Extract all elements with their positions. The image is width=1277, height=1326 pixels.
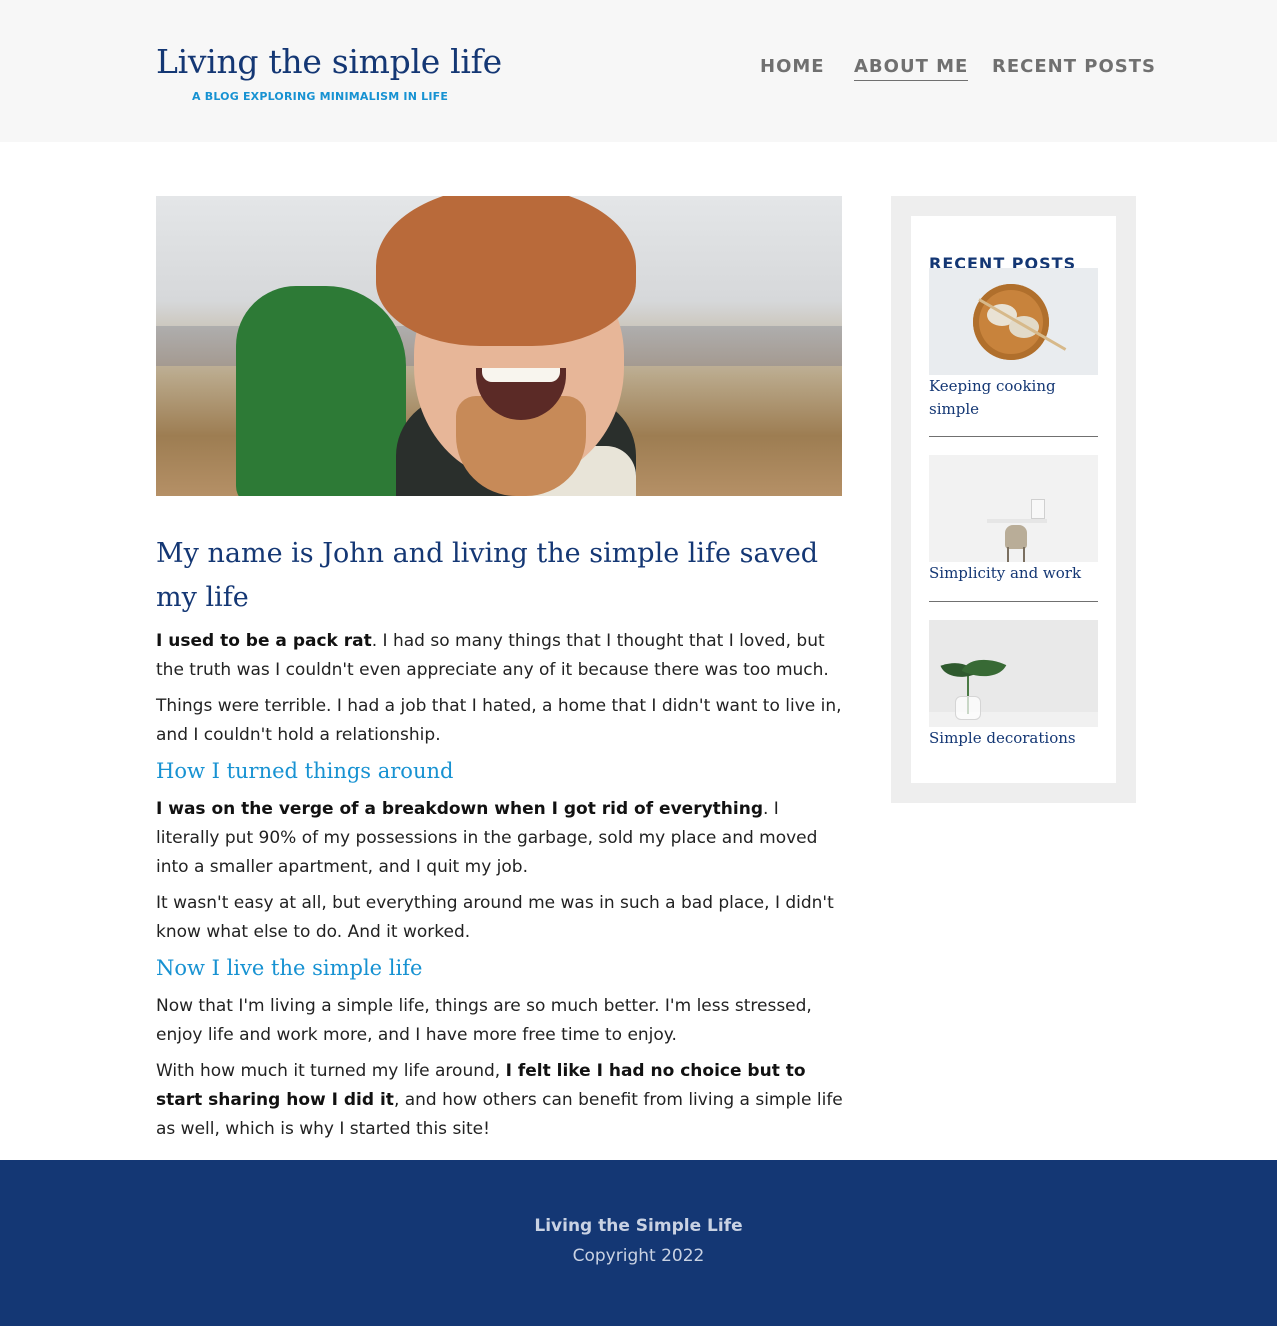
site-footer: Living the Simple Life Copyright 2022 — [0, 1160, 1277, 1326]
hero-teeth — [482, 368, 560, 382]
dumplings-plate-image[interactable] — [929, 268, 1098, 375]
article-p3-bold: I was on the verge of a breakdown when I… — [156, 799, 763, 819]
hero-hair — [376, 196, 636, 346]
nav-home-link[interactable]: HOME — [760, 55, 825, 79]
nav-about-link[interactable]: ABOUT ME — [854, 55, 969, 81]
site-title[interactable]: Living the simple life — [156, 40, 502, 84]
article-subheading-1: How I turned things around — [156, 759, 454, 783]
article-p1-bold: I used to be a pack rat — [156, 631, 372, 651]
article-paragraph-3: I was on the verge of a breakdown when I… — [156, 795, 846, 882]
nav-recent-posts-link[interactable]: RECENT POSTS — [992, 55, 1156, 79]
chair-shape — [1005, 525, 1027, 549]
chair-leg-shape — [1007, 547, 1009, 562]
footer-site-name: Living the Simple Life — [534, 1216, 743, 1236]
recent-post-link-2[interactable]: Simplicity and work — [929, 562, 1098, 585]
main-nav: HOME ABOUT ME RECENT POSTS — [760, 55, 1155, 85]
post-divider — [929, 601, 1098, 602]
desk-chair-image[interactable] — [929, 455, 1098, 562]
recent-post-link-1[interactable]: Keeping cooking simple — [929, 375, 1098, 421]
article-paragraph-4: It wasn't easy at all, but everything ar… — [156, 893, 834, 942]
sidebar: RECENT POSTS Keeping cooking simple Simp… — [891, 196, 1136, 803]
site-subtitle: A BLOG EXPLORING MINIMALISM IN LIFE — [192, 90, 449, 103]
brand: Living the simple life A BLOG EXPLORING … — [156, 40, 502, 103]
footer-copyright: Copyright 2022 — [572, 1246, 705, 1266]
article-p6-start: With how much it turned my life around, — [156, 1061, 506, 1081]
article-paragraph-2: Things were terrible. I had a job that I… — [156, 696, 842, 745]
frame-shape — [1031, 499, 1045, 519]
plant-vase-image[interactable] — [929, 620, 1098, 727]
recent-posts-widget: RECENT POSTS Keeping cooking simple Simp… — [911, 216, 1116, 783]
vase-shape — [955, 696, 981, 720]
recent-post-link-3[interactable]: Simple decorations — [929, 727, 1098, 750]
article-paragraph-6: With how much it turned my life around, … — [156, 1057, 846, 1144]
site-header: Living the simple life A BLOG EXPLORING … — [0, 0, 1277, 142]
post-divider — [929, 436, 1098, 437]
article-paragraph-1: I used to be a pack rat. I had so many t… — [156, 627, 846, 685]
hero-image — [156, 196, 842, 496]
article-subheading-2: Now I live the simple life — [156, 956, 423, 980]
article-paragraph-5: Now that I'm living a simple life, thing… — [156, 996, 812, 1045]
article-heading: My name is John and living the simple li… — [156, 538, 819, 613]
desk-shape — [987, 519, 1047, 523]
chair-leg-shape — [1023, 547, 1025, 562]
article: My name is John and living the simple li… — [156, 532, 846, 1144]
hero-backpack — [236, 286, 406, 496]
